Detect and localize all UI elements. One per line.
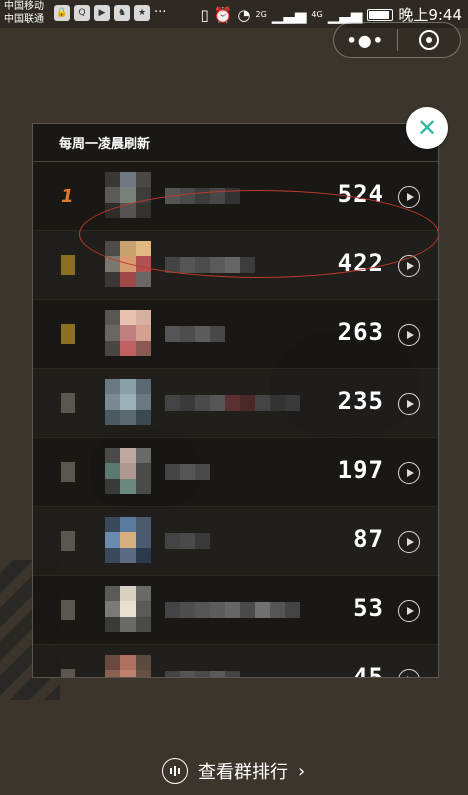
chevron-right-icon: › xyxy=(298,760,306,782)
score: 422 xyxy=(337,249,384,277)
rank-badge xyxy=(61,393,75,413)
panel-title: 每周一凌晨刷新 xyxy=(33,124,438,162)
carrier-info: 中国移动 中国联通 xyxy=(4,0,44,26)
player-name-obscured xyxy=(165,395,300,411)
play-replay-button[interactable] xyxy=(398,669,420,677)
game-icon: ♞ xyxy=(114,5,130,21)
avatar xyxy=(105,241,151,287)
score: 524 xyxy=(337,180,384,208)
score: 45 xyxy=(353,663,384,678)
video-play-icon: ▶ xyxy=(94,5,110,21)
leaderboard-row: 263 xyxy=(33,300,438,369)
network-type-4g: 4G xyxy=(311,10,323,19)
leaderboard-panel: 每周一凌晨刷新 1 524 422 263 235 197 87 53 45 xyxy=(32,123,439,678)
alarm-icon: ⏰ xyxy=(213,5,233,24)
close-panel-button[interactable]: ✕ xyxy=(406,107,448,149)
close-x-icon: ✕ xyxy=(416,114,438,142)
leaderboard-row: 422 xyxy=(33,231,438,300)
leaderboard-row: 197 xyxy=(33,438,438,507)
ranking-bars-icon xyxy=(162,758,188,784)
rank-badge xyxy=(61,531,75,551)
lock-icon: 🔒 xyxy=(54,5,70,21)
rank-badge xyxy=(61,669,75,677)
rank-badge xyxy=(61,600,75,620)
iqiyi-icon: Q xyxy=(74,5,90,21)
player-name-obscured xyxy=(165,464,210,480)
play-replay-button[interactable] xyxy=(398,462,420,484)
avatar xyxy=(105,172,151,218)
score: 263 xyxy=(337,318,384,346)
play-replay-button[interactable] xyxy=(398,393,420,415)
score: 197 xyxy=(337,456,384,484)
battery-icon xyxy=(367,8,394,21)
score: 235 xyxy=(337,387,384,415)
player-name-obscured xyxy=(165,602,300,618)
leaderboard-row: 53 xyxy=(33,576,438,645)
signal-icon: ▁▃▅ xyxy=(327,5,363,24)
play-replay-button[interactable] xyxy=(398,600,420,622)
rank-number: 1 xyxy=(61,186,74,207)
wifi-icon: ◔ xyxy=(237,5,251,24)
play-replay-button[interactable] xyxy=(398,186,420,208)
avatar xyxy=(105,448,151,494)
leaderboard-row: 1 524 xyxy=(33,162,438,231)
vibrate-icon: ▯ xyxy=(200,5,209,24)
player-name-obscured xyxy=(165,188,240,204)
signal-icon: ▁▃▅ xyxy=(271,5,307,24)
avatar xyxy=(105,586,151,632)
play-replay-button[interactable] xyxy=(398,255,420,277)
leaderboard-list: 1 524 422 263 235 197 87 53 45 xyxy=(33,162,438,678)
player-name-obscured xyxy=(165,533,210,549)
exit-button[interactable] xyxy=(397,30,460,50)
score: 87 xyxy=(353,525,384,553)
player-name-obscured xyxy=(165,326,225,342)
exit-ring-icon xyxy=(418,30,439,50)
carrier-1-label: 中国移动 xyxy=(4,1,44,12)
network-type-2g: 2G xyxy=(255,10,267,19)
star-icon: ★ xyxy=(134,5,150,21)
leaderboard-row: 235 xyxy=(33,369,438,438)
miniprogram-capsule: •●• xyxy=(333,22,461,58)
leaderboard-row: 87 xyxy=(33,507,438,576)
play-replay-button[interactable] xyxy=(398,324,420,346)
rank-badge xyxy=(61,324,75,344)
score: 53 xyxy=(353,594,384,622)
player-name-obscured xyxy=(165,257,255,273)
rank-badge xyxy=(61,462,75,482)
avatar xyxy=(105,379,151,425)
carrier-2-label: 中国联通 xyxy=(4,14,44,25)
player-name-obscured xyxy=(165,671,240,677)
view-group-ranking-label: 查看群排行 xyxy=(198,762,288,783)
rank-badge xyxy=(61,255,75,275)
avatar xyxy=(105,517,151,563)
avatar xyxy=(105,310,151,356)
notification-icons: 🔒 Q ▶ ♞ ★ ··· xyxy=(54,5,166,21)
view-group-ranking-link[interactable]: 查看群排行 › xyxy=(162,758,305,784)
more-dots-icon[interactable]: •●• xyxy=(334,31,397,50)
leaderboard-row: 45 xyxy=(33,645,438,678)
play-replay-button[interactable] xyxy=(398,531,420,553)
more-notifications-icon: ··· xyxy=(154,5,167,20)
avatar xyxy=(105,655,151,677)
